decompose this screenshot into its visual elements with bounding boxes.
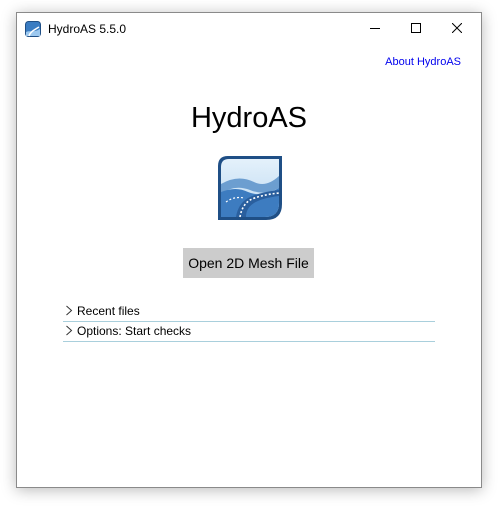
expander-options-start-checks[interactable]: Options: Start checks [63,321,435,342]
app-name-heading: HydroAS [190,102,308,134]
expander-label: Options: Start checks [77,324,192,338]
minimize-icon [370,28,380,29]
window-title: HydroAS 5.5.0 [48,22,127,36]
maximize-icon [411,23,421,33]
expander-label: Recent files [77,304,140,318]
chevron-right-icon [66,305,73,316]
hydroas-river-logo-icon [214,152,286,224]
chevron-right-icon [66,325,73,336]
hydroas-app-icon [25,21,41,37]
close-button[interactable] [437,13,477,43]
maximize-button[interactable] [396,13,436,43]
open-2d-mesh-file-button[interactable]: Open 2D Mesh File [183,248,314,278]
title-bar[interactable]: HydroAS 5.5.0 [17,13,481,44]
close-icon [452,23,462,33]
app-window: HydroAS 5.5.0 About HydroAS HydroAS Open… [16,12,482,488]
about-link[interactable]: About HydroAS [385,55,461,69]
expander-recent-files[interactable]: Recent files [63,301,435,322]
minimize-button[interactable] [355,13,395,43]
